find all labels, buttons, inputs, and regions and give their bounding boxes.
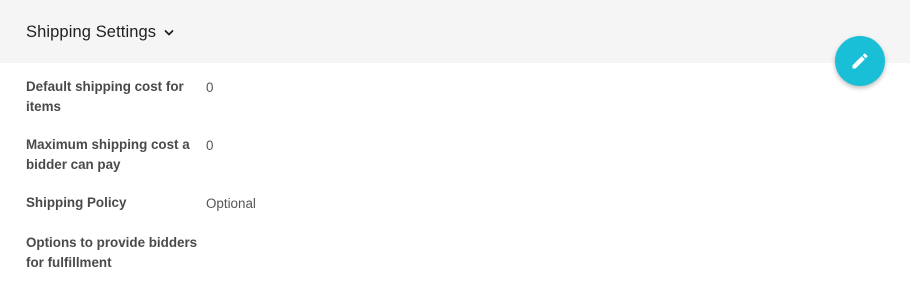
setting-value: 0 (206, 80, 214, 95)
setting-value: 0 (206, 138, 214, 153)
setting-label: Default shipping cost for items (26, 79, 184, 114)
shipping-settings-panel: Shipping Settings Default shipping cost … (0, 0, 910, 294)
setting-label: Maximum shipping cost a bidder can pay (26, 137, 190, 172)
section-title: Shipping Settings (26, 22, 157, 41)
setting-row-default-shipping-cost: Default shipping cost for items 0 (26, 77, 886, 117)
setting-value: Optional (206, 196, 256, 211)
chevron-down-icon (163, 26, 175, 38)
setting-label: Shipping Policy (26, 195, 127, 210)
setting-row-fulfillment-options: Options to provide bidders for fulfillme… (26, 233, 886, 273)
setting-row-maximum-shipping-cost: Maximum shipping cost a bidder can pay 0 (26, 135, 886, 175)
setting-label: Options to provide bidders for fulfillme… (26, 235, 198, 270)
section-header: Shipping Settings (0, 0, 910, 63)
settings-list: Default shipping cost for items 0 Maximu… (26, 77, 886, 291)
section-toggle[interactable]: Shipping Settings (26, 23, 175, 42)
setting-row-shipping-policy: Shipping Policy Optional (26, 193, 886, 215)
pencil-icon (850, 51, 870, 71)
